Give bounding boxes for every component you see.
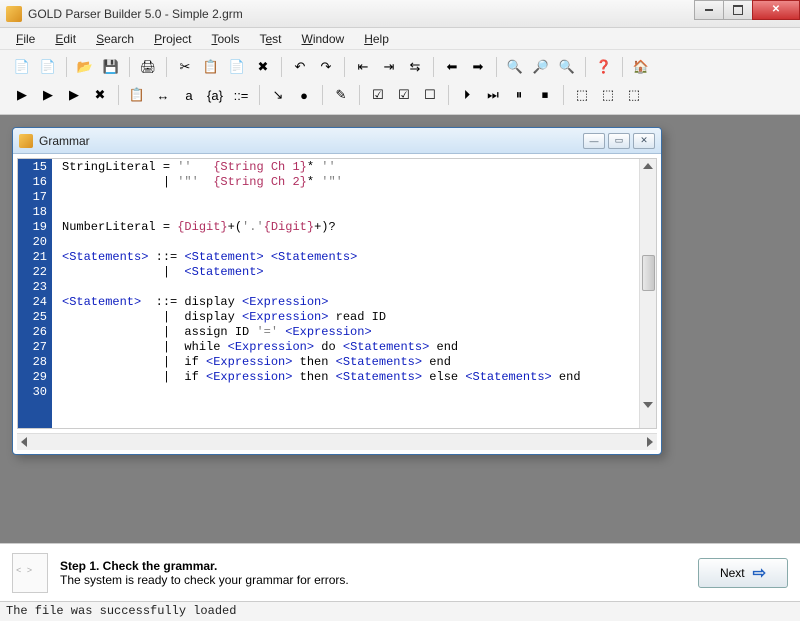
toolbar-button[interactable]: ▶ xyxy=(62,83,86,107)
toolbar-button[interactable]: ↘ xyxy=(266,83,290,107)
toolbar-button[interactable]: ➡ xyxy=(466,55,490,79)
menubar: File Edit Search Project Tools Test Wind… xyxy=(0,28,800,50)
toolbar-button[interactable]: 📄 xyxy=(10,55,34,79)
toolbar-button[interactable]: ● xyxy=(292,83,316,107)
vertical-scrollbar[interactable] xyxy=(639,159,656,428)
grammar-icon xyxy=(19,134,33,148)
toolbar-button[interactable]: 🏠 xyxy=(629,55,653,79)
toolbar-button[interactable]: ↶ xyxy=(288,55,312,79)
toolbar-button[interactable]: 📄 xyxy=(225,55,249,79)
toolbar-button[interactable]: ☑ xyxy=(392,83,416,107)
toolbar-button[interactable]: 📋 xyxy=(125,83,149,107)
toolbars: 📄📄📂💾🖨✂📋📄✖↶↷⇤⇥⇆⬅➡🔍🔎🔍❓🏠 ▶▶▶✖📋↔a{a}::=↘●✎☑☑… xyxy=(0,50,800,115)
toolbar-button[interactable]: 📋 xyxy=(199,55,223,79)
menu-search[interactable]: Search xyxy=(88,30,142,48)
arrow-right-icon: ⇨ xyxy=(753,563,766,583)
toolbar-button[interactable]: ❓ xyxy=(592,55,616,79)
toolbar-button[interactable]: ✖ xyxy=(88,83,112,107)
menu-test[interactable]: Test xyxy=(251,30,289,48)
toolbar-button[interactable]: 📄 xyxy=(36,55,60,79)
toolbar-button[interactable]: 💾 xyxy=(99,55,123,79)
toolbar-button[interactable]: 📂 xyxy=(73,55,97,79)
next-button[interactable]: Next ⇨ xyxy=(698,558,788,588)
toolbar-button[interactable]: 🔍 xyxy=(503,55,527,79)
toolbar-button[interactable]: ⬚ xyxy=(570,83,594,107)
titlebar: GOLD Parser Builder 5.0 - Simple 2.grm xyxy=(0,0,800,28)
toolbar-button[interactable]: ⇆ xyxy=(403,55,427,79)
child-maximize-button[interactable]: ▭ xyxy=(608,133,630,149)
window-controls xyxy=(695,0,800,20)
toolbar-button[interactable]: ⏹ xyxy=(533,83,557,107)
grammar-title: Grammar xyxy=(39,134,583,148)
menu-project[interactable]: Project xyxy=(146,30,199,48)
menu-edit[interactable]: Edit xyxy=(47,30,84,48)
statusbar: The file was successfully loaded xyxy=(0,601,800,621)
step-panel: Step 1. Check the grammar. The system is… xyxy=(0,543,800,601)
menu-help[interactable]: Help xyxy=(356,30,397,48)
close-button[interactable] xyxy=(752,0,800,20)
toolbar-button[interactable]: ⏵ xyxy=(455,83,479,107)
toolbar-button[interactable]: ⬚ xyxy=(596,83,620,107)
toolbar-button[interactable]: ↷ xyxy=(314,55,338,79)
toolbar-button[interactable]: 🔎 xyxy=(529,55,553,79)
step-icon xyxy=(12,553,48,593)
scrollbar-thumb[interactable] xyxy=(642,255,655,291)
toolbar-button[interactable]: ✂ xyxy=(173,55,197,79)
step-desc: The system is ready to check your gramma… xyxy=(60,573,686,587)
window-title: GOLD Parser Builder 5.0 - Simple 2.grm xyxy=(28,7,695,21)
toolbar-button[interactable]: ⇤ xyxy=(351,55,375,79)
toolbar-row-2: ▶▶▶✖📋↔a{a}::=↘●✎☑☑☐⏵⏭⏸⏹⬚⬚⬚ xyxy=(10,81,790,109)
toolbar-button[interactable]: ↔ xyxy=(151,83,175,107)
menu-window[interactable]: Window xyxy=(294,30,353,48)
toolbar-button[interactable]: 🖨 xyxy=(136,55,160,79)
toolbar-row-1: 📄📄📂💾🖨✂📋📄✖↶↷⇤⇥⇆⬅➡🔍🔎🔍❓🏠 xyxy=(10,53,790,81)
maximize-button[interactable] xyxy=(723,0,753,20)
code-area[interactable]: StringLiteral = '' {String Ch 1}* '' | '… xyxy=(52,159,639,428)
child-close-button[interactable]: ✕ xyxy=(633,133,655,149)
toolbar-button[interactable]: a xyxy=(177,83,201,107)
mdi-area: Grammar — ▭ ✕ 15161718192021222324252627… xyxy=(0,115,800,543)
toolbar-button[interactable]: 🔍 xyxy=(555,55,579,79)
horizontal-scrollbar[interactable] xyxy=(17,433,657,450)
toolbar-button[interactable]: ▶ xyxy=(10,83,34,107)
menu-file[interactable]: File xyxy=(8,30,43,48)
editor[interactable]: 15161718192021222324252627282930 StringL… xyxy=(17,158,657,429)
toolbar-button[interactable]: ☐ xyxy=(418,83,442,107)
toolbar-button[interactable]: ⏭ xyxy=(481,83,505,107)
child-minimize-button[interactable]: — xyxy=(583,133,605,149)
toolbar-button[interactable]: ::= xyxy=(229,83,253,107)
toolbar-button[interactable]: ✖ xyxy=(251,55,275,79)
toolbar-button[interactable]: ⇥ xyxy=(377,55,401,79)
minimize-button[interactable] xyxy=(694,0,724,20)
toolbar-button[interactable]: ☑ xyxy=(366,83,390,107)
step-text: Step 1. Check the grammar. The system is… xyxy=(60,559,686,587)
toolbar-button[interactable]: ⏸ xyxy=(507,83,531,107)
menu-tools[interactable]: Tools xyxy=(203,30,247,48)
toolbar-button[interactable]: ▶ xyxy=(36,83,60,107)
next-label: Next xyxy=(720,566,745,580)
grammar-window: Grammar — ▭ ✕ 15161718192021222324252627… xyxy=(12,127,662,455)
toolbar-button[interactable]: {a} xyxy=(203,83,227,107)
toolbar-button[interactable]: ✎ xyxy=(329,83,353,107)
toolbar-button[interactable]: ⬅ xyxy=(440,55,464,79)
grammar-titlebar[interactable]: Grammar — ▭ ✕ xyxy=(13,128,661,154)
toolbar-button[interactable]: ⬚ xyxy=(622,83,646,107)
line-gutter: 15161718192021222324252627282930 xyxy=(18,159,52,428)
step-title: Step 1. Check the grammar. xyxy=(60,559,686,573)
app-icon xyxy=(6,6,22,22)
